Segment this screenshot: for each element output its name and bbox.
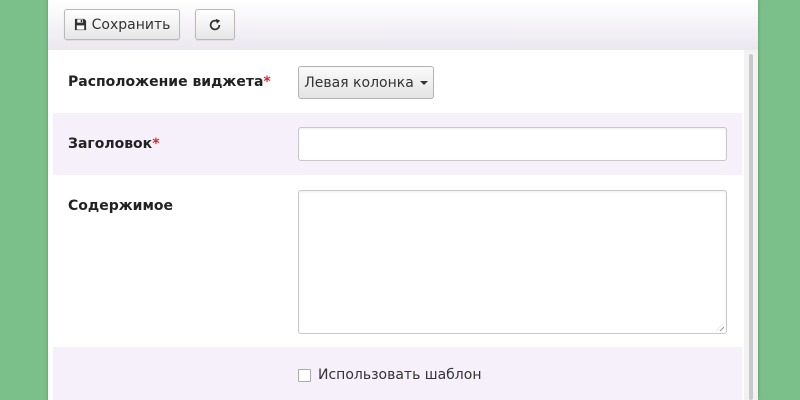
title-label-text: Заголовок [68, 136, 153, 152]
widget-form: Расположение виджета* Левая колонка Заго… [53, 50, 742, 400]
widget-edit-panel: Сохранить Расположение виджета* Левая ко… [48, 0, 758, 400]
use-template-checkbox[interactable] [298, 368, 311, 382]
form-row-widget-position: Расположение виджета* Левая колонка [53, 50, 742, 113]
save-button[interactable]: Сохранить [64, 9, 180, 40]
content-textarea[interactable] [298, 190, 727, 334]
content-label: Содержимое [68, 198, 174, 214]
form-row-use-template: Использовать шаблон [53, 347, 742, 400]
widget-position-dropdown[interactable]: Левая колонка [298, 66, 434, 99]
toolbar: Сохранить [48, 0, 758, 50]
scrollbar[interactable] [744, 50, 758, 400]
resize-grip-icon[interactable] [716, 323, 724, 331]
title-label: Заголовок* [68, 136, 160, 152]
use-template-option[interactable]: Использовать шаблон [298, 367, 481, 383]
required-mark: * [263, 74, 271, 90]
use-template-label: Использовать шаблон [318, 367, 482, 383]
refresh-icon [208, 18, 222, 32]
title-input[interactable] [298, 127, 727, 161]
widget-position-label-text: Расположение виджета [68, 74, 264, 90]
refresh-button[interactable] [195, 9, 235, 40]
required-mark: * [152, 136, 160, 152]
form-row-content: Содержимое [53, 175, 742, 347]
save-button-label: Сохранить [91, 16, 171, 33]
widget-position-selected: Левая колонка [304, 74, 414, 91]
widget-position-label: Расположение виджета* [68, 74, 271, 90]
caret-down-icon [419, 80, 428, 85]
scrollbar-thumb[interactable] [749, 54, 753, 400]
floppy-disk-icon [74, 18, 87, 31]
form-row-title: Заголовок* [53, 113, 742, 175]
